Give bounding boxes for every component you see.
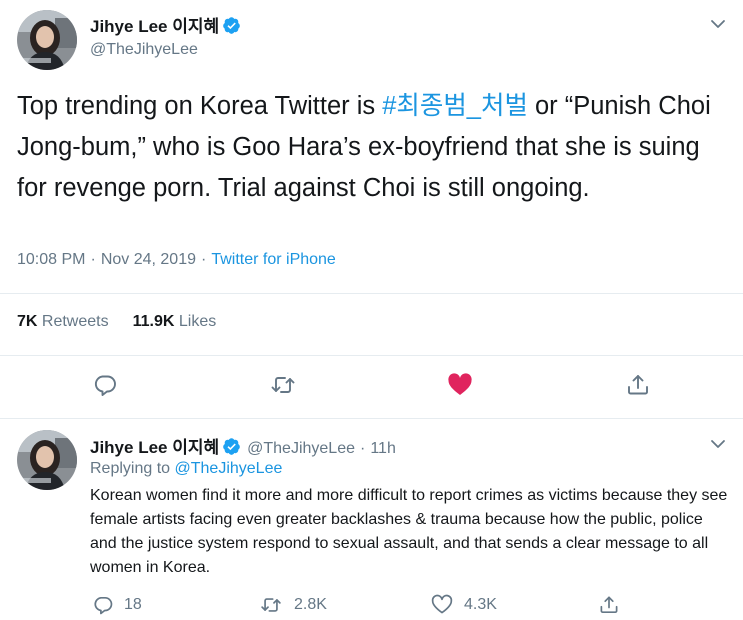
tweet-source-link[interactable]: Twitter for iPhone <box>211 251 336 268</box>
retweet-button[interactable]: 2.8K <box>258 595 327 615</box>
verified-badge-icon <box>222 16 241 40</box>
tweet-time[interactable]: 10:08 PM <box>17 251 85 268</box>
share-button[interactable] <box>598 595 630 615</box>
avatar[interactable] <box>17 430 77 490</box>
tweet-stats: 7K Retweets 11.9K Likes <box>17 313 216 331</box>
reply-handle[interactable]: @TheJihyeLee <box>247 440 355 457</box>
retweet-icon[interactable] <box>270 372 296 398</box>
heart-icon <box>431 594 453 614</box>
retweets-stat[interactable]: 7K Retweets <box>17 313 109 330</box>
share-icon[interactable] <box>625 372 651 398</box>
like-count: 4.3K <box>464 596 497 613</box>
reply-icon[interactable] <box>92 372 118 398</box>
divider <box>0 418 743 419</box>
reply-age[interactable]: 11h <box>370 440 396 457</box>
author-handle[interactable]: @TheJihyeLee <box>90 41 198 59</box>
heart-icon[interactable] <box>447 372 473 398</box>
replying-to-mention[interactable]: @TheJihyeLee <box>175 460 283 477</box>
chevron-down-icon[interactable] <box>707 13 729 35</box>
tweet-text-part: Top trending on Korea Twitter is <box>17 92 383 120</box>
retweet-icon <box>261 598 281 612</box>
meta-separator: · <box>201 251 207 268</box>
divider <box>0 293 743 294</box>
author-name-text[interactable]: Jihye Lee 이지혜 <box>90 17 219 36</box>
reply-button[interactable]: 18 <box>92 595 142 615</box>
verified-badge-icon <box>222 437 241 461</box>
replying-to-label: Replying to <box>90 460 171 477</box>
likes-label: Likes <box>178 313 217 330</box>
replying-to: Replying to @TheJihyeLee <box>90 460 282 478</box>
likes-count: 11.9K <box>132 313 175 330</box>
meta-separator: · <box>360 440 366 457</box>
share-icon <box>600 596 618 614</box>
hashtag-link[interactable]: #최종범_처벌 <box>382 92 528 120</box>
tweet-text: Top trending on Korea Twitter is #최종범_처벌… <box>17 86 717 209</box>
reply-author[interactable]: Jihye Lee 이지혜 @TheJihyeLee · 11h <box>90 433 396 461</box>
chevron-down-icon[interactable] <box>707 433 729 455</box>
reply-author-name[interactable]: Jihye Lee 이지혜 <box>90 438 219 457</box>
retweet-count: 2.8K <box>294 596 327 613</box>
divider <box>0 355 743 356</box>
retweets-count: 7K <box>17 313 38 330</box>
tweet-date[interactable]: Nov 24, 2019 <box>101 251 196 268</box>
tweet-meta: 10:08 PM · Nov 24, 2019 · Twitter for iPhone <box>17 251 336 269</box>
avatar[interactable] <box>17 10 77 70</box>
meta-separator: · <box>90 251 96 268</box>
author-name[interactable]: Jihye Lee 이지혜 <box>90 12 241 40</box>
reply-icon <box>94 596 113 615</box>
reply-tweet-text: Korean women find it more and more diffi… <box>90 487 728 576</box>
reply-count: 18 <box>124 596 142 613</box>
like-button[interactable]: 4.3K <box>430 594 497 615</box>
retweets-label: Retweets <box>41 313 109 330</box>
likes-stat[interactable]: 11.9K Likes <box>133 313 217 330</box>
